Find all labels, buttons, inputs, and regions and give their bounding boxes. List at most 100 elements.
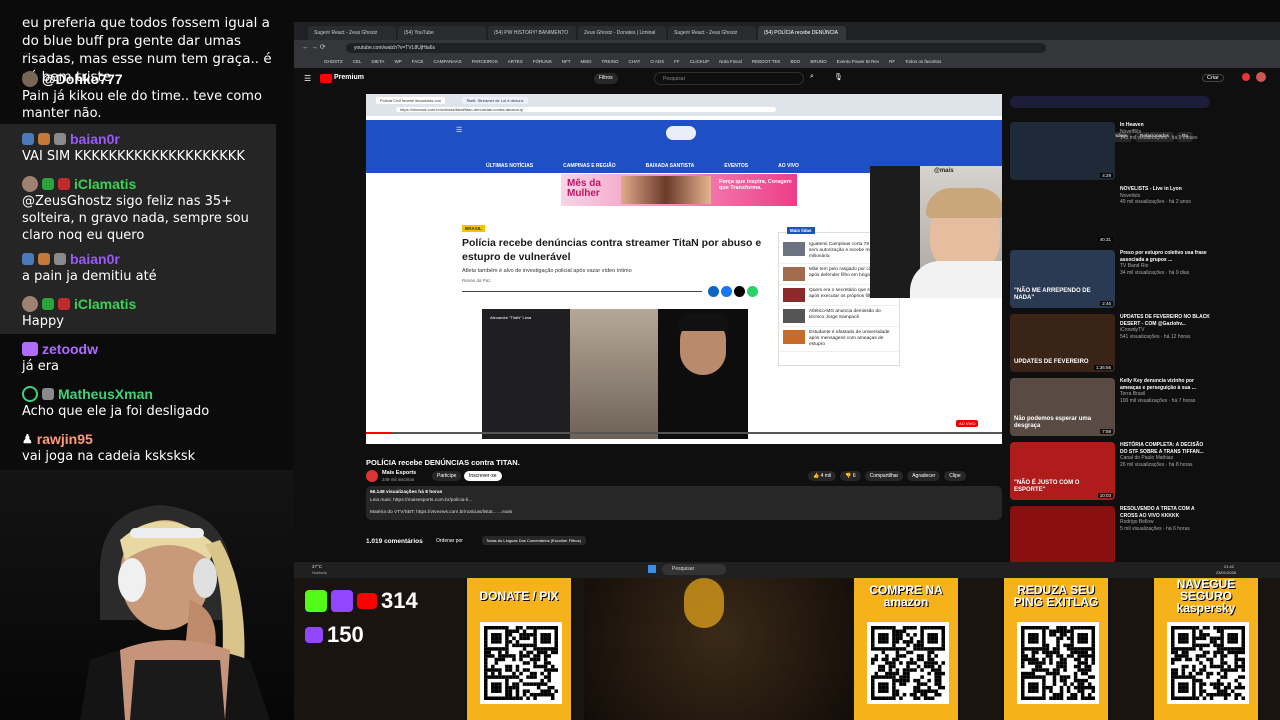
bookmark[interactable]: Evento Power Bi Rev xyxy=(837,56,880,68)
youtube-header: ☰ Premium Filtros Pesquisar ⌕ 🎙 Criar xyxy=(294,68,1280,90)
channel-avatar[interactable] xyxy=(366,470,378,482)
reco-thumbnail[interactable]: "NÃO ME ARREPENDO DE NADA" 2:45 xyxy=(1010,250,1115,308)
stream-overlay-bar xyxy=(294,578,1280,720)
qr-panel[interactable]: NAVEGUE SEGURO kaspersky xyxy=(1152,578,1260,720)
youtube-logo-icon[interactable] xyxy=(320,74,332,83)
article-subtitle: Atleta também é alvo de investigação pol… xyxy=(462,268,632,274)
bookmark[interactable]: Todos os favoritos xyxy=(905,56,941,68)
browser-tab-active[interactable]: (54) POLÍCIA recebe DENÚNCIA xyxy=(758,26,846,40)
bookmark[interactable]: WP xyxy=(394,56,401,68)
badge-icon xyxy=(22,253,34,265)
microphone-icon[interactable]: 🎙 xyxy=(834,73,843,81)
avatar[interactable] xyxy=(1256,72,1266,82)
qr-code-graphic xyxy=(1021,626,1095,700)
qr-code[interactable] xyxy=(1167,622,1249,704)
browser-tab[interactable]: Sugerir React - Zeus Ghostz xyxy=(308,26,396,40)
chat-username: baian0r xyxy=(22,130,277,148)
reco-thumbnail[interactable]: Não podemos esperar uma desgraça 7:59 xyxy=(1010,378,1115,436)
bookmark[interactable]: ARTES xyxy=(508,56,523,68)
bookmark[interactable]: TREINO xyxy=(601,56,618,68)
channel-name[interactable]: Mais Esports xyxy=(382,470,416,476)
video-player[interactable]: Polícia Civil recebe denúncias con TitaN… xyxy=(366,94,1002,444)
bookmark[interactable]: PARCEIROS xyxy=(472,56,498,68)
bookmark[interactable]: MMO xyxy=(580,56,591,68)
subscribe-button[interactable]: Inscrever-se xyxy=(464,471,502,481)
qr-panel[interactable]: DONATE / PIX xyxy=(465,578,573,720)
bookmark[interactable]: NFT xyxy=(562,56,571,68)
comment-language-select[interactable]: Todas As Línguas Dos Comentários (Escolh… xyxy=(482,536,586,545)
most-read-text: Atlético-MG anuncia demissão do técnico … xyxy=(809,309,881,320)
bookmark[interactable]: CAMPANHAS xyxy=(433,56,461,68)
reco-item[interactable]: UPDATES DE FEVEREIRO 1:36:56 UPDATES DE FE… xyxy=(1010,314,1280,372)
url-input[interactable]: youtube.com/watch?v=TVL8UjHta6s xyxy=(346,43,1046,53)
duration-badge: 10:03 xyxy=(1097,493,1113,498)
clip-button[interactable]: Clipe xyxy=(944,471,966,481)
reco-thumbnail[interactable]: 4:29 xyxy=(1010,122,1115,180)
bookmark[interactable]: RF xyxy=(889,56,895,68)
thumb-text: Não podemos esperar uma desgraça xyxy=(1014,416,1092,429)
play-pause-icon[interactable]: ▌▌ xyxy=(372,435,379,441)
bookmark[interactable]: BRUNO xyxy=(810,56,826,68)
filters-button[interactable]: Filtros xyxy=(594,73,618,84)
bookmark[interactable]: CLICKUP xyxy=(690,56,710,68)
bookmark[interactable]: Nota Fiscal xyxy=(719,56,742,68)
reco-item[interactable]: "NÃO ME ARREPENDO DE NADA" 2:45 Preso por … xyxy=(1010,250,1280,308)
create-button[interactable]: Criar xyxy=(1202,74,1224,82)
inner-tab: Polícia Civil recebe denúncias con xyxy=(376,97,445,104)
reco-thumbnail[interactable] xyxy=(1010,506,1115,564)
bookmark[interactable]: O ADS xyxy=(650,56,664,68)
qr-code-graphic xyxy=(1171,626,1245,700)
comment-count: 1.019 comentários xyxy=(366,538,423,545)
description-box[interactable]: 66.148 visualizações há 8 horas Leia mai… xyxy=(366,486,1002,520)
bookmark[interactable]: REBOOT TEK xyxy=(752,56,781,68)
news-nav: ÚLTIMAS NOTÍCIAS CAMPINAS E REGIÃO BAIXA… xyxy=(486,163,799,169)
bookmark[interactable]: FF xyxy=(674,56,680,68)
search-input[interactable]: Pesquisar xyxy=(654,72,804,85)
qr-panel[interactable]: COMPRE NA amazon xyxy=(852,578,960,720)
reco-item[interactable]: 40:31 NOVELISTS - Live in Lyon Novelists 49… xyxy=(1010,186,1280,244)
qr-panel[interactable]: REDUZA SEU PING EXITLAG xyxy=(1002,578,1110,720)
bookmark[interactable]: CEL xyxy=(353,56,362,68)
browser-tab[interactable]: (54) PW HISTORY! BANIMENTO xyxy=(488,26,576,40)
bookmark[interactable]: CHAT xyxy=(628,56,640,68)
like-button[interactable]: 👍 4 mil xyxy=(808,471,837,481)
chat-username: @Dohko777 xyxy=(22,70,277,88)
reco-thumbnail[interactable]: "NÃO É JUSTO COM O ESPORTE" 10:03 xyxy=(1010,442,1115,500)
bookmark[interactable]: BDO xyxy=(791,56,801,68)
join-button[interactable]: Participe xyxy=(432,471,462,481)
progress-track[interactable] xyxy=(366,432,1002,434)
qr-code[interactable] xyxy=(480,622,562,704)
reco-thumbnail[interactable]: UPDATES DE FEVEREIRO 1:36:56 xyxy=(1010,314,1115,372)
menu-icon[interactable]: ☰ xyxy=(304,74,311,83)
ember-background xyxy=(584,578,854,720)
browser-tab[interactable]: Zeus Ghostz - Donates | Liminal xyxy=(578,26,666,40)
browser-tab[interactable]: Sugerir React - Zeus Ghostz xyxy=(668,26,756,40)
sort-button[interactable]: Ordenar por xyxy=(436,538,463,544)
windows-start-icon[interactable] xyxy=(648,565,656,573)
chat-text: a pain ja demitiu até xyxy=(22,269,157,284)
thanks-button[interactable]: Agradecer xyxy=(907,471,941,481)
share-button[interactable]: Compartilhar xyxy=(864,471,904,481)
bookmark[interactable]: DIETA xyxy=(372,56,385,68)
bookmark[interactable]: FACE xyxy=(412,56,424,68)
qr-code[interactable] xyxy=(867,622,949,704)
reco-thumbnail[interactable]: 40:31 xyxy=(1010,186,1115,244)
nav-arrows-icon[interactable]: ← → ⟳ xyxy=(302,43,326,51)
reco-item[interactable]: 4:29 In Heaven NovelBits 143 mil visualizaç… xyxy=(1010,122,1280,180)
qr-code-graphic xyxy=(484,626,558,700)
qr-panel-title: DONATE / PIX xyxy=(479,589,559,603)
search-icon[interactable]: ⌕ xyxy=(810,73,814,81)
qr-code[interactable] xyxy=(1017,622,1099,704)
reco-text: HISTÓRIA COMPLETA: A DECISÃO DO STF SOBR… xyxy=(1120,442,1210,500)
browser-tab[interactable]: (54) YouTube xyxy=(398,26,486,40)
dislike-button[interactable]: 👎 6 xyxy=(840,471,861,481)
notifications-icon[interactable] xyxy=(1242,73,1250,81)
reco-item[interactable]: Não podemos esperar uma desgraça 7:59 Kell… xyxy=(1010,378,1280,436)
qr-panel-title: REDUZA SEU PING EXITLAG xyxy=(1013,583,1099,609)
reco-item[interactable]: "NÃO É JUSTO COM O ESPORTE" 10:03 HISTÓRIA… xyxy=(1010,442,1280,500)
bookmark[interactable]: FÓRUNS xyxy=(533,56,552,68)
blurred-photo xyxy=(570,309,658,439)
bookmark[interactable]: GHOSTZ xyxy=(324,56,343,68)
reco-item[interactable]: RESOLVENDO A TRETA COM A CROSS AO VIVO K… xyxy=(1010,506,1280,564)
taskbar-search[interactable]: Pesquisar xyxy=(662,564,726,575)
